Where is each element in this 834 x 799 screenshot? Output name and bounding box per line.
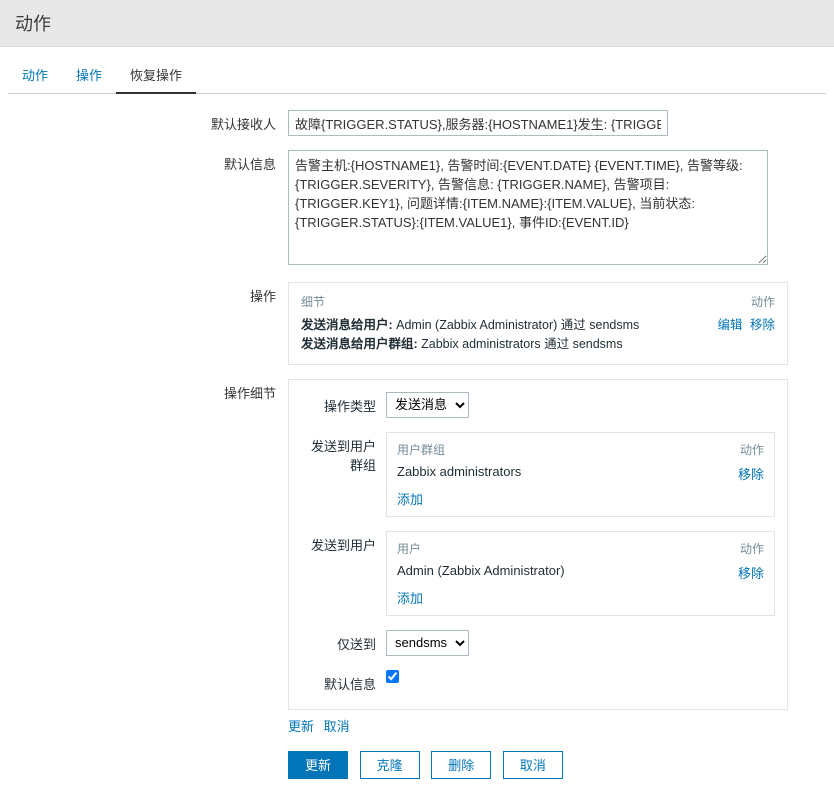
send-users-label: 发送到用户 <box>301 531 386 554</box>
tabs: 动作 操作 恢复操作 <box>8 57 826 94</box>
op-cancel-link[interactable]: 取消 <box>324 719 350 734</box>
content-area: 动作 操作 恢复操作 默认接收人 默认信息 告警主机:{HOSTNAME1}, … <box>0 47 834 799</box>
button-row: 更新 克隆 删除 取消 <box>8 751 826 779</box>
op-update-link[interactable]: 更新 <box>288 719 314 734</box>
group-remove-link[interactable]: 移除 <box>738 464 764 483</box>
tab-operation[interactable]: 操作 <box>62 57 116 93</box>
op-line2-prefix: 发送消息给用户群组: <box>301 337 418 351</box>
update-button[interactable]: 更新 <box>288 751 348 779</box>
op-type-select[interactable]: 发送消息 <box>386 392 469 418</box>
operations-label: 操作 <box>8 282 288 305</box>
default-msg-checkbox[interactable] <box>386 670 399 683</box>
op-details-section-label: 操作细节 <box>8 379 288 402</box>
page-title: 动作 <box>0 0 834 47</box>
op-details-box: 操作类型 发送消息 发送到用户群组 用户群组 动作 <box>288 379 788 710</box>
default-recipient-label: 默认接收人 <box>8 110 288 133</box>
cancel-button[interactable]: 取消 <box>503 751 563 779</box>
user-groups-box: 用户群组 动作 Zabbix administrators 移除 添加 <box>386 432 775 517</box>
users-action-header: 动作 <box>740 540 764 557</box>
ops-action-header: 动作 <box>751 293 775 310</box>
tab-action[interactable]: 动作 <box>8 57 62 93</box>
users-box: 用户 动作 Admin (Zabbix Administrator) 移除 添加 <box>386 531 775 616</box>
delete-button[interactable]: 删除 <box>431 751 491 779</box>
op-line2-body: Zabbix administrators 通过 sendsms <box>418 337 623 351</box>
default-msg-label: 默认信息 <box>301 670 386 693</box>
clone-button[interactable]: 克隆 <box>360 751 420 779</box>
ops-detail-header: 细节 <box>301 293 325 310</box>
send-only-to-label: 仅送到 <box>301 630 386 653</box>
op-type-label: 操作类型 <box>301 392 386 415</box>
send-groups-label: 发送到用户群组 <box>301 432 386 474</box>
op-line1-prefix: 发送消息给用户: <box>301 318 393 332</box>
op-edit-link[interactable]: 编辑 <box>717 318 742 332</box>
users-header: 用户 <box>397 540 421 557</box>
tab-recovery-operation[interactable]: 恢复操作 <box>116 57 196 94</box>
default-recipient-input[interactable] <box>288 110 668 136</box>
user-item: Admin (Zabbix Administrator) <box>397 563 565 582</box>
user-remove-link[interactable]: 移除 <box>738 563 764 582</box>
op-remove-link[interactable]: 移除 <box>750 318 775 332</box>
groups-header: 用户群组 <box>397 441 445 458</box>
user-add-link[interactable]: 添加 <box>397 591 423 606</box>
op-line1-body: Admin (Zabbix Administrator) 通过 sendsms <box>393 318 640 332</box>
group-item: Zabbix administrators <box>397 464 521 483</box>
operations-box: 细节 动作 编辑 移除 发送消息给用户: Admin (Zabbix Admin… <box>288 282 788 365</box>
send-only-to-select[interactable]: sendsms <box>386 630 469 656</box>
default-message-label: 默认信息 <box>8 150 288 173</box>
groups-action-header: 动作 <box>740 441 764 458</box>
default-message-textarea[interactable]: 告警主机:{HOSTNAME1}, 告警时间:{EVENT.DATE} {EVE… <box>288 150 768 265</box>
group-add-link[interactable]: 添加 <box>397 492 423 507</box>
